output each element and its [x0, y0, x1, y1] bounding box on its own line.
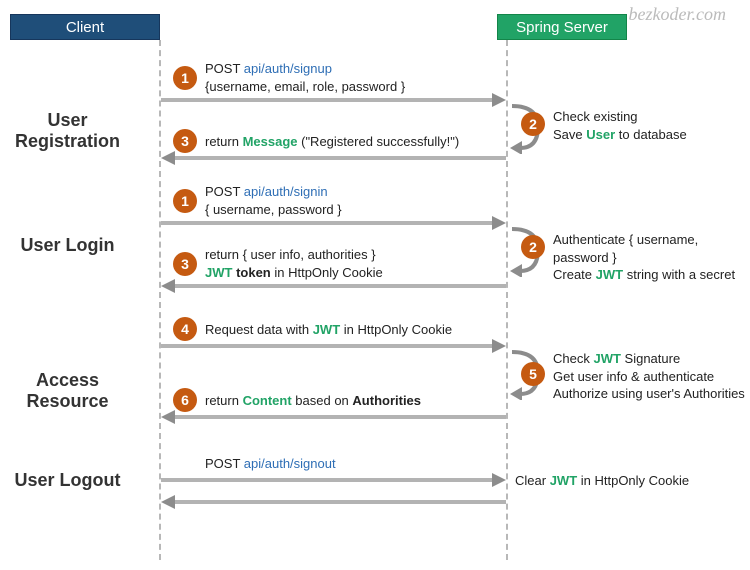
- step-2: 2: [521, 112, 545, 136]
- msg-logout-req: POST api/auth/signout: [205, 455, 336, 473]
- section-registration: User Registration: [0, 110, 135, 151]
- watermark: bezkoder.com: [629, 4, 726, 25]
- step-1b: 1: [173, 189, 197, 213]
- step-1: 1: [173, 66, 197, 90]
- msg-access-4: Request data with JWT in HttpOnly Cookie: [205, 321, 452, 339]
- msg-access-6: return Content based on Authorities: [205, 392, 421, 410]
- actor-server: Spring Server: [497, 14, 627, 40]
- msg-login-1: POST api/auth/signin { username, passwor…: [205, 183, 342, 218]
- msg-reg-1: POST api/auth/signup {username, email, r…: [205, 60, 405, 95]
- lifeline-client: [159, 40, 161, 560]
- step-3b: 3: [173, 252, 197, 276]
- section-access: Access Resource: [0, 370, 135, 411]
- step-6: 6: [173, 388, 197, 412]
- actor-client: Client: [10, 14, 160, 40]
- msg-reg-3: return Message ("Registered successfully…: [205, 133, 459, 151]
- msg-access-5: Check JWT Signature Get user info & auth…: [553, 350, 745, 403]
- step-4: 4: [173, 317, 197, 341]
- section-logout: User Logout: [0, 470, 135, 491]
- msg-login-3: return { user info, authorities } JWT to…: [205, 246, 383, 281]
- msg-logout-resp: Clear JWT in HttpOnly Cookie: [515, 472, 689, 490]
- section-login: User Login: [0, 235, 135, 256]
- msg-reg-2: Check existing Save User to database: [553, 108, 687, 143]
- step-5: 5: [521, 362, 545, 386]
- step-3: 3: [173, 129, 197, 153]
- msg-login-2: Authenticate { username, password } Crea…: [553, 231, 750, 284]
- step-2b: 2: [521, 235, 545, 259]
